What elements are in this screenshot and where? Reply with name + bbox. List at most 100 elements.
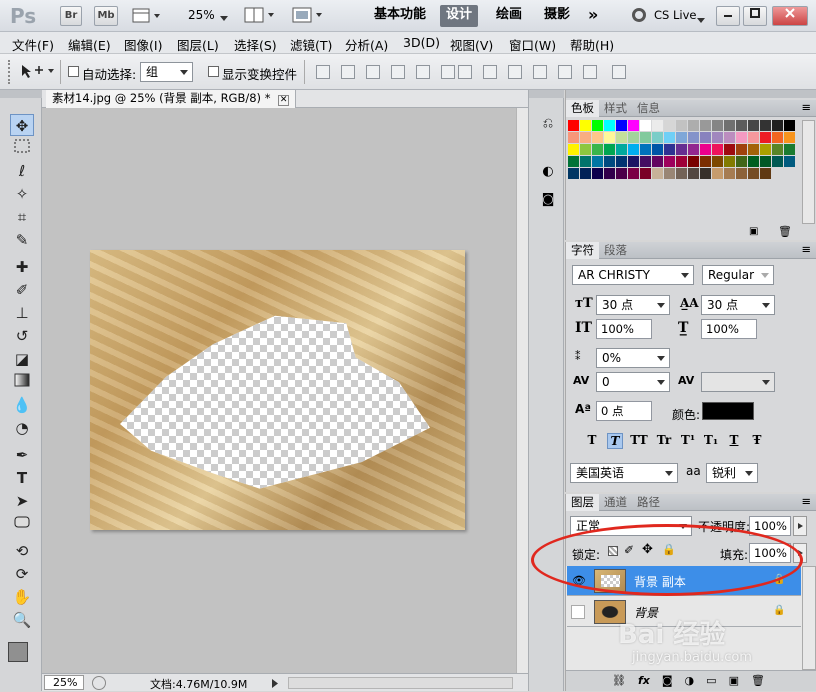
tab-info[interactable]: 信息 — [632, 100, 665, 117]
color-swatch[interactable] — [664, 168, 675, 179]
color-swatch[interactable] — [652, 120, 663, 131]
tools-panel-header[interactable] — [0, 90, 42, 98]
trash-icon[interactable]: 🗑 — [778, 225, 792, 238]
color-swatch[interactable] — [724, 120, 735, 131]
tab-styles[interactable]: 样式 — [599, 100, 632, 117]
arrange-documents-button[interactable] — [244, 7, 278, 28]
baseline-shift-field[interactable]: 0 点 — [596, 401, 652, 421]
color-swatch[interactable] — [784, 144, 795, 155]
align-vertical-centers-icon[interactable] — [341, 65, 355, 79]
tracking-field[interactable] — [701, 372, 775, 392]
color-swatch[interactable] — [724, 132, 735, 143]
brush-tool[interactable]: ✐ — [10, 279, 34, 301]
menu-3d[interactable]: 3D(D) — [403, 35, 440, 50]
auto-align-layers-icon[interactable] — [612, 65, 626, 79]
color-swatch[interactable] — [580, 144, 591, 155]
color-swatch[interactable] — [772, 120, 783, 131]
zoom-dropdown-icon[interactable] — [220, 11, 228, 25]
image-canvas[interactable] — [90, 250, 465, 530]
color-swatch[interactable] — [628, 168, 639, 179]
mask-icon[interactable]: ◙ — [662, 674, 673, 691]
color-swatch[interactable] — [748, 156, 759, 167]
distribute-right-icon[interactable] — [583, 65, 597, 79]
opacity-slider-button[interactable] — [793, 516, 807, 536]
color-swatch[interactable] — [712, 168, 723, 179]
lasso-tool[interactable]: ℓ — [10, 160, 34, 182]
panel-menu-icon[interactable]: ≡ — [801, 494, 811, 508]
3d-orbit-tool[interactable]: ⟳ — [10, 563, 34, 585]
menu-layer[interactable]: 图层(L) — [177, 35, 219, 54]
color-swatch[interactable] — [736, 144, 747, 155]
color-swatch[interactable] — [568, 168, 579, 179]
superscript-button[interactable]: T¹ — [680, 433, 696, 449]
path-selection-tool[interactable]: ➤ — [10, 490, 34, 512]
color-swatch[interactable] — [592, 132, 603, 143]
kerning-field[interactable]: 0 — [596, 372, 670, 392]
color-swatch[interactable] — [712, 120, 723, 131]
auto-select-checkbox[interactable] — [68, 66, 79, 77]
font-size-field[interactable]: 30 点 — [596, 295, 670, 315]
brush-presets-icon[interactable]: ◐ — [537, 162, 559, 182]
color-swatch[interactable] — [664, 156, 675, 167]
color-swatch[interactable] — [664, 132, 675, 143]
color-swatch[interactable] — [748, 168, 759, 179]
panel-menu-icon[interactable]: ≡ — [801, 100, 811, 114]
color-swatch[interactable] — [760, 144, 771, 155]
color-swatch[interactable] — [640, 120, 651, 131]
color-swatch[interactable] — [700, 156, 711, 167]
tab-layers[interactable]: 图层 — [566, 494, 599, 511]
color-swatch[interactable] — [724, 168, 735, 179]
fx-icon[interactable]: fx — [638, 674, 650, 691]
maximize-button[interactable] — [743, 6, 767, 26]
marquee-tool[interactable] — [10, 137, 34, 159]
color-swatch[interactable] — [700, 168, 711, 179]
color-swatch[interactable] — [700, 120, 711, 131]
align-bottom-edges-icon[interactable] — [366, 65, 380, 79]
shape-tool[interactable] — [10, 513, 34, 535]
color-swatch[interactable] — [604, 132, 615, 143]
cs-live-menu[interactable]: CS Live — [654, 8, 696, 22]
close-button[interactable] — [772, 6, 808, 26]
font-style-dropdown[interactable]: Regular — [702, 265, 774, 285]
close-tab-icon[interactable]: ✕ — [278, 95, 290, 106]
color-swatch[interactable] — [664, 120, 675, 131]
visibility-toggle[interactable] — [571, 605, 585, 619]
color-swatch[interactable] — [640, 144, 651, 155]
color-swatch[interactable] — [736, 156, 747, 167]
pen-tool[interactable]: ✒ — [10, 444, 34, 466]
color-swatch[interactable] — [652, 132, 663, 143]
color-swatch[interactable] — [760, 168, 771, 179]
color-swatch[interactable] — [592, 144, 603, 155]
color-swatch[interactable] — [748, 144, 759, 155]
options-grip[interactable] — [8, 60, 12, 84]
color-swatch[interactable] — [760, 120, 771, 131]
color-swatch[interactable] — [640, 156, 651, 167]
color-swatch[interactable] — [736, 168, 747, 179]
eraser-tool[interactable]: ◪ — [10, 348, 34, 370]
color-swatch[interactable] — [676, 168, 687, 179]
gradient-tool[interactable] — [10, 371, 34, 393]
color-swatch[interactable] — [604, 168, 615, 179]
adjustment-icon[interactable]: ◑ — [685, 674, 695, 691]
crop-tool[interactable]: ⌗ — [10, 206, 34, 228]
view-extras-button[interactable] — [132, 8, 162, 24]
color-swatch[interactable] — [712, 156, 723, 167]
menu-view[interactable]: 视图(V) — [450, 35, 493, 54]
mini-bridge-button[interactable]: Mb — [94, 6, 118, 26]
menu-edit[interactable]: 编辑(E) — [68, 35, 111, 54]
healing-brush-tool[interactable]: ✚ — [10, 256, 34, 278]
language-dropdown[interactable]: 美国英语 — [570, 463, 678, 483]
swatches-scrollbar[interactable] — [802, 120, 815, 224]
underline-button[interactable]: T — [726, 433, 742, 449]
color-swatch[interactable] — [748, 120, 759, 131]
workspace-photography[interactable]: 摄影 — [538, 5, 576, 27]
menu-help[interactable]: 帮助(H) — [570, 35, 614, 54]
text-color-swatch[interactable] — [702, 402, 754, 420]
eyedropper-tool[interactable]: ✎ — [10, 229, 34, 251]
align-left-edges-icon[interactable] — [391, 65, 405, 79]
color-swatch[interactable] — [700, 144, 711, 155]
workspace-design[interactable]: 设计 — [440, 5, 479, 27]
menu-window[interactable]: 窗口(W) — [509, 35, 556, 54]
menu-select[interactable]: 选择(S) — [234, 35, 277, 54]
color-swatch[interactable] — [676, 132, 687, 143]
